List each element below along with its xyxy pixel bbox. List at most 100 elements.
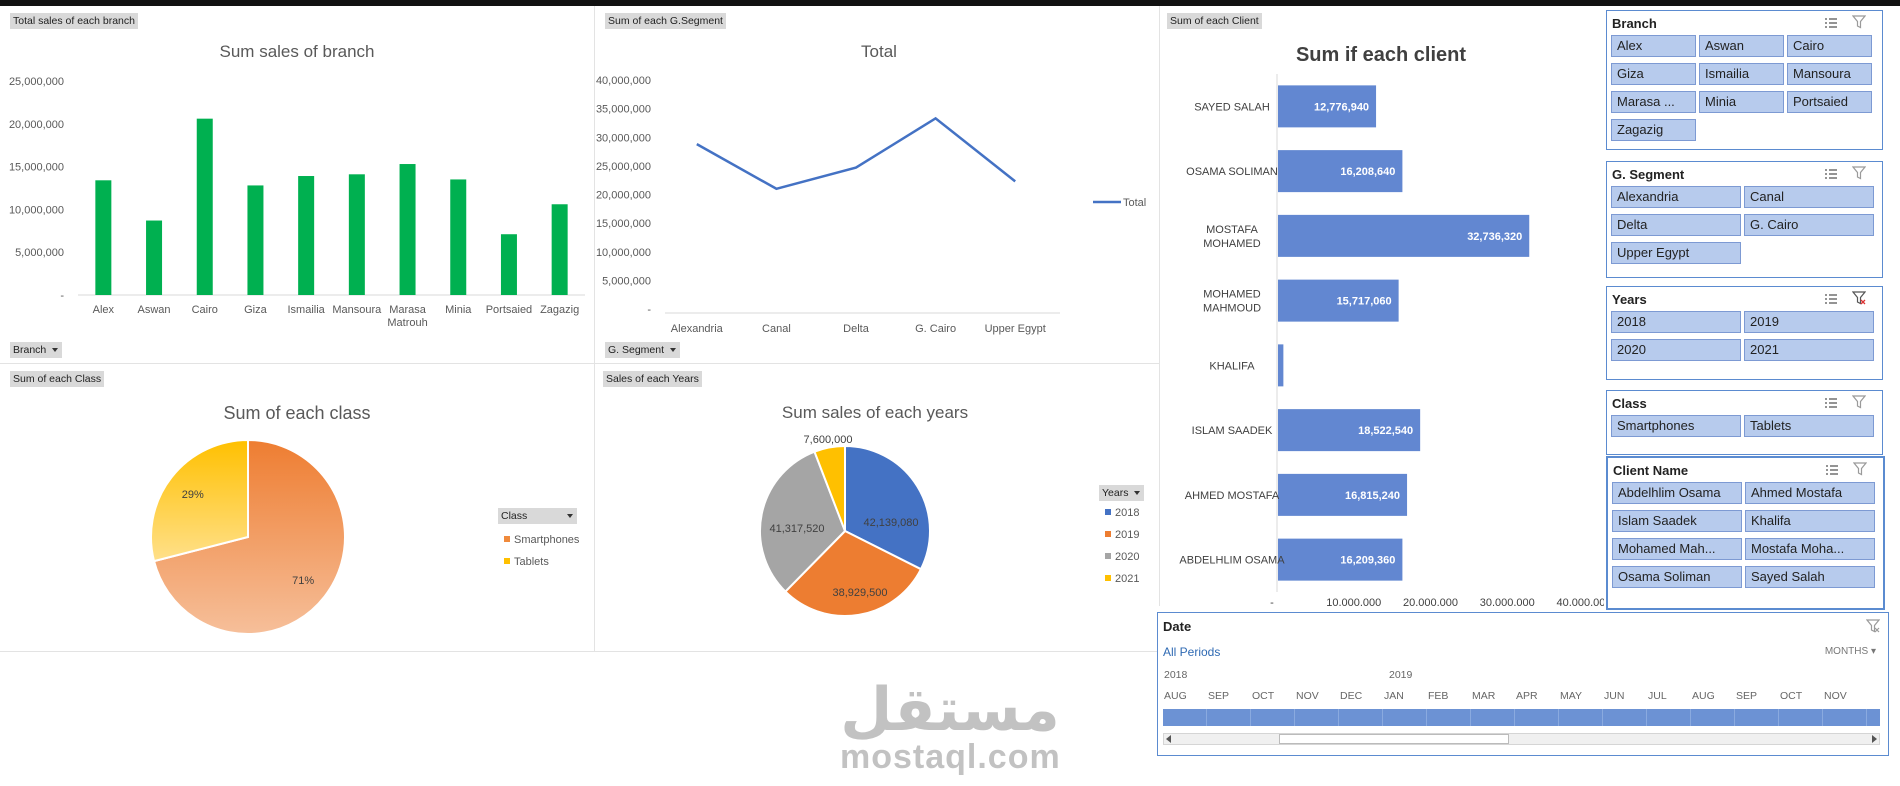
multi-select-icon[interactable]: [1824, 168, 1838, 180]
slicer-item[interactable]: Delta: [1611, 214, 1741, 236]
data-label: 38,929,500: [832, 587, 887, 599]
bar: [500, 234, 517, 295]
clear-filter-icon[interactable]: [1853, 462, 1867, 476]
multi-select-icon[interactable]: [1825, 464, 1839, 476]
y-tick-label: -: [60, 290, 64, 302]
slicer-item[interactable]: Marasa ...: [1611, 91, 1696, 113]
slicer-item[interactable]: Mostafa Moha...: [1745, 538, 1875, 560]
x-tick-label: Giza: [244, 304, 268, 316]
multi-select-icon[interactable]: [1824, 397, 1838, 409]
x-tick-label: Portsaied: [486, 304, 532, 316]
slicer-item[interactable]: Upper Egypt: [1611, 242, 1741, 264]
slicer-item[interactable]: Minia: [1699, 91, 1784, 113]
multi-select-icon[interactable]: [1824, 17, 1838, 29]
x-tick-label: Alex: [93, 304, 115, 316]
data-label: 18,522,540: [1358, 425, 1413, 437]
bar: [1278, 344, 1284, 387]
slicer-item[interactable]: 2020: [1611, 339, 1741, 361]
slicer-item[interactable]: Smartphones: [1611, 415, 1741, 437]
y-tick-label: 10,000,000: [596, 247, 651, 259]
timeline-year-label: 2018: [1164, 669, 1188, 681]
slicer-item[interactable]: Islam Saadek: [1612, 510, 1742, 532]
scroll-left-icon[interactable]: [1166, 735, 1171, 743]
slicer-items: 2018 2019 2020 2021: [1607, 311, 1882, 377]
y-tick-label: 35,000,000: [596, 104, 651, 116]
timeline-level-dropdown[interactable]: MONTHS ▾: [1825, 646, 1876, 657]
y-tick-label: 5,000,000: [15, 247, 64, 259]
x-tick-label: Delta: [843, 323, 870, 335]
slicer-item[interactable]: Osama Soliman: [1612, 566, 1742, 588]
legend-marker: [504, 558, 510, 564]
branch-bar-chart: Sum sales of branch - 5,000,000 10,000,000 1…: [9, 42, 585, 329]
x-tick-label: Canal: [762, 323, 791, 335]
timeline-bar[interactable]: [1163, 709, 1880, 726]
slicer-item[interactable]: 2018: [1611, 311, 1741, 333]
class-chart-panel: Sum of each Class Sum of each class 71% 29…: [0, 364, 594, 651]
slicer-item[interactable]: Aswan: [1699, 35, 1784, 57]
slicer-item[interactable]: Tablets: [1744, 415, 1874, 437]
legend-label: Tablets: [514, 556, 549, 568]
timeline-month-label: AUG: [1692, 690, 1715, 702]
slicer-item[interactable]: Cairo: [1787, 35, 1872, 57]
timeline-month-label: JUL: [1648, 690, 1667, 702]
slicer-item[interactable]: Portsaied: [1787, 91, 1872, 113]
clear-filter-icon[interactable]: [1852, 15, 1866, 29]
data-label: 16,209,360: [1340, 555, 1395, 567]
clear-filter-icon[interactable]: [1866, 619, 1880, 633]
slicer-title: Branch: [1612, 16, 1657, 31]
branch-slicer: Branch Alex Aswan Cairo Giza Ismailia Mansour…: [1606, 10, 1883, 150]
slicer-item[interactable]: Abdelhlim Osama: [1612, 482, 1742, 504]
dropdown-arrow-icon: [567, 514, 573, 518]
slicer-item[interactable]: Mansoura: [1787, 63, 1872, 85]
slicer-item[interactable]: Alex: [1611, 35, 1696, 57]
clear-filter-icon[interactable]: [1852, 291, 1866, 305]
slicer-item[interactable]: Mohamed Mah...: [1612, 538, 1742, 560]
slicer-item[interactable]: Ismailia: [1699, 63, 1784, 85]
segment-field-button[interactable]: G. Segment: [605, 342, 681, 358]
y-tick-label: 30,000,000: [596, 132, 651, 144]
x-tick-label: -: [1270, 597, 1274, 606]
bar: [551, 204, 568, 295]
segment-chart-panel: Sum of each G.Segment Total -5,000,000 10,…: [595, 6, 1159, 363]
timeline-month-label: NOV: [1824, 690, 1847, 702]
y-tick-label: ABDELHLIM OSAMA: [1179, 555, 1285, 567]
timeline-level-label: MONTHS: [1824, 646, 1869, 657]
slicer-item[interactable]: Zagazig: [1611, 119, 1696, 141]
years-field-button[interactable]: Years: [1099, 485, 1145, 501]
class-field-button[interactable]: Class: [498, 508, 577, 524]
slicer-item[interactable]: Khalifa: [1745, 510, 1875, 532]
clear-filter-icon[interactable]: [1852, 395, 1866, 409]
timeline-month-label: JUN: [1604, 690, 1625, 702]
x-tick-label: Zagazig: [540, 304, 579, 316]
slicer-item[interactable]: G. Cairo: [1744, 214, 1874, 236]
field-button-label: G. Segment: [608, 344, 665, 356]
timeline-month-label: MAR: [1472, 690, 1496, 702]
timeline-month-label: MAY: [1560, 690, 1582, 702]
branch-chart-panel: Total sales of each branch Sum sales of …: [0, 6, 594, 363]
slicer-item[interactable]: Sayed Salah: [1745, 566, 1875, 588]
timeline-scrollbar[interactable]: [1163, 733, 1880, 745]
scroll-right-icon[interactable]: [1872, 735, 1877, 743]
slicer-item[interactable]: Alexandria: [1611, 186, 1741, 208]
slicer-item[interactable]: 2021: [1744, 339, 1874, 361]
slicer-item[interactable]: 2019: [1744, 311, 1874, 333]
x-tick-label: 40,000,000: [1556, 597, 1604, 606]
branch-field-button[interactable]: Branch: [10, 342, 63, 358]
scroll-thumb[interactable]: [1279, 734, 1509, 744]
timeline-year-label: 2019: [1389, 669, 1413, 681]
bar: [399, 164, 416, 295]
dropdown-arrow-icon: [1134, 491, 1141, 495]
client-chart-panel: Sum of each Client Sum if each client SAY…: [1160, 6, 1604, 606]
slicer-item[interactable]: Canal: [1744, 186, 1874, 208]
slicer-item[interactable]: Ahmed Mostafa: [1745, 482, 1875, 504]
slicer-item[interactable]: Giza: [1611, 63, 1696, 85]
bar: [298, 176, 315, 295]
multi-select-icon[interactable]: [1824, 293, 1838, 305]
x-tick-label: 20,000,000: [1403, 597, 1458, 606]
clear-filter-icon[interactable]: [1852, 166, 1866, 180]
data-label: 71%: [292, 575, 314, 587]
years-pie-chart: Sum sales of each years 42,139,080 38,929,…: [759, 403, 1139, 617]
x-tick-label: Marasa Matrouh: [387, 304, 427, 329]
bar: [95, 180, 112, 295]
field-button-label: Branch: [13, 344, 47, 356]
